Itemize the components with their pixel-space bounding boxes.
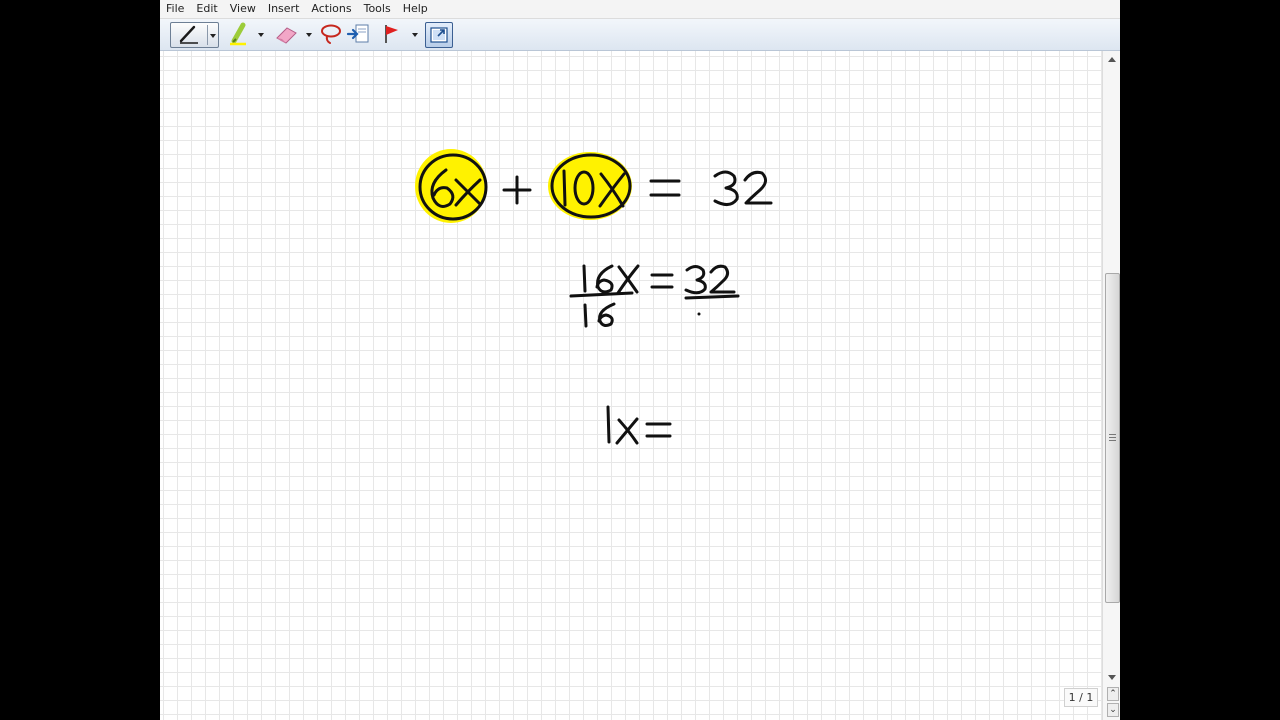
highlighter-icon xyxy=(230,22,246,46)
chevron-down-icon[interactable] xyxy=(258,33,264,37)
page-down-icon[interactable]: ⌄ xyxy=(1107,703,1119,717)
grip-icon xyxy=(1109,437,1116,438)
eraser-tool-button[interactable] xyxy=(272,22,314,46)
page-up-icon[interactable]: ⌃ xyxy=(1107,687,1119,701)
flag-tool-button[interactable] xyxy=(378,22,420,46)
lasso-icon xyxy=(321,24,341,44)
toolbar xyxy=(160,19,1120,51)
flag-icon xyxy=(385,25,398,43)
writing-canvas[interactable] xyxy=(160,51,1102,720)
grip-icon xyxy=(1109,440,1116,441)
selection-tool-button[interactable] xyxy=(425,22,453,48)
selection-icon xyxy=(430,27,448,43)
pen-tool-button[interactable] xyxy=(170,22,219,48)
eraser-icon xyxy=(276,27,297,44)
chevron-down-icon[interactable] xyxy=(412,33,418,37)
lasso-tool-button[interactable] xyxy=(318,22,344,46)
insert-space-tool-button[interactable] xyxy=(346,22,372,46)
insert-space-icon xyxy=(346,24,369,43)
menu-view[interactable]: View xyxy=(224,0,262,18)
pen-dropdown-separator xyxy=(207,25,208,45)
menu-tools[interactable]: Tools xyxy=(358,0,397,18)
menu-insert[interactable]: Insert xyxy=(262,0,306,18)
menu-edit[interactable]: Edit xyxy=(190,0,223,18)
menu-bar: File Edit View Insert Actions Tools Help xyxy=(160,0,1120,19)
highlighter-tool-button[interactable] xyxy=(226,22,266,46)
journal-window: File Edit View Insert Actions Tools Help xyxy=(160,0,1120,720)
page-indicator: 1 / 1 xyxy=(1064,688,1098,707)
chevron-down-icon[interactable] xyxy=(306,33,312,37)
scroll-up-icon[interactable] xyxy=(1108,57,1116,62)
menu-file[interactable]: File xyxy=(160,0,190,18)
chevron-down-icon[interactable] xyxy=(210,34,216,38)
scroll-thumb[interactable] xyxy=(1105,273,1120,603)
vertical-scrollbar[interactable]: ⌃ ⌄ xyxy=(1102,51,1120,720)
menu-help[interactable]: Help xyxy=(397,0,434,18)
grip-icon xyxy=(1109,434,1116,435)
menu-actions[interactable]: Actions xyxy=(305,0,357,18)
pen-icon xyxy=(179,25,198,44)
scroll-down-icon[interactable] xyxy=(1108,675,1116,680)
